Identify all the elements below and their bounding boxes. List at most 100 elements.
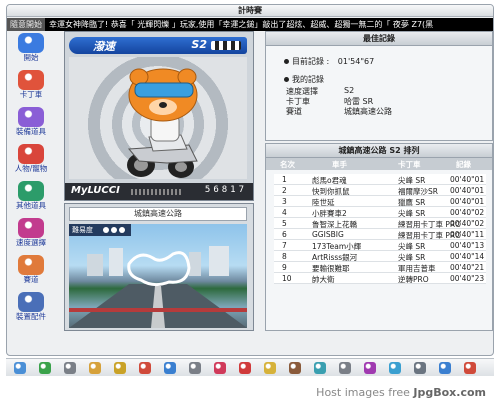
cell-time: 00'40"11 [450,230,485,239]
table-row[interactable]: 3 陸世延 獵鷹 SR 00'40"01 [274,196,486,207]
back-icon[interactable] [39,362,51,374]
cell-rank: 7 [282,241,287,250]
sidebar-item-label: 裝備道具 [16,127,46,136]
home-icon[interactable] [14,362,26,374]
column-header-driver: 車手 [332,160,347,169]
character-panel: 潑速 S2 MyLUCCI 56817 [64,31,254,201]
sidebar: 開始卡丁車裝備道具人物/寵物其他道具速度選擇賽道裝置配件 [9,33,53,333]
bottom-toolbar [6,358,494,376]
table-row[interactable]: 8 ArtRisss銀河 尖峰 SR 00'40"14 [274,251,486,262]
sidebar-item-4[interactable]: 其他道具 [9,181,53,214]
star-icon[interactable] [264,362,276,374]
trophy-icon[interactable] [114,362,126,374]
cell-time: 00'40"23 [450,274,485,283]
cell-rank: 1 [282,175,287,184]
book-icon[interactable] [289,362,301,374]
cell-driver: GGISBIG [312,230,344,239]
sidebar-item-label: 速度選擇 [16,238,46,247]
racer-on-motorcycle-icon [127,68,198,178]
table-row[interactable]: 7 173Team小輝 尖峰 SR 00'40"13 [274,240,486,251]
mail-icon[interactable] [139,362,151,374]
table-row[interactable]: 6 GGISBIG 練習用卡丁車 PRO 00'40"11 [274,229,486,240]
track-scene [69,246,247,328]
note-icon[interactable] [339,362,351,374]
best-record-label: 目前記錄 : [292,57,330,66]
character-name: 潑速 [93,40,115,53]
sidebar-item-3[interactable]: 人物/寵物 [9,144,53,177]
column-header-rank: 名次 [280,160,295,169]
heart-icon[interactable] [214,362,226,374]
cell-kart: 逆轉PRO [398,275,429,284]
photo-icon[interactable] [314,362,326,374]
cell-rank: 2 [282,186,287,195]
record-info-panel: 最佳記錄 目前記錄 : 01'54"67 我的記錄 速度選擇 S2 卡丁車 哈雷… [265,31,493,141]
game-window: 計時賽 隨意開始 幸運女神降臨了! 恭喜「 光輝閃爍 」玩家,使用「幸運之鎚」敲出… [6,4,494,356]
marquee-text: 幸運女神降臨了! 恭喜「 光輝閃爍 」玩家,使用「幸運之鎚」敲出了超炫、超威、超… [49,20,434,29]
track-icon [18,255,44,275]
alert-icon[interactable] [239,362,251,374]
collapse-arrow-icon[interactable]: ‹ [493,205,494,225]
table-row[interactable]: 10 帥大衛 逆轉PRO 00'40"23 [274,273,486,284]
accessory-icon [18,292,44,312]
clock-icon[interactable] [189,362,201,374]
window-title: 計時賽 [7,5,493,17]
cell-time: 00'40"13 [450,241,485,250]
track-name[interactable]: 城鎮高速公路 [69,207,247,221]
sidebar-item-1[interactable]: 卡丁車 [9,70,53,103]
table-row[interactable]: 4 小胖賽車2 尖峰 SR 00'40"02 [274,207,486,218]
sidebar-item-label: 賽道 [23,275,39,284]
sidebar-item-7[interactable]: 裝置配件 [9,292,53,325]
gift-icon[interactable] [89,362,101,374]
sidebar-item-label: 開始 [23,53,39,62]
character-banner: 潑速 S2 [69,37,247,54]
cell-rank: 3 [282,197,287,206]
kart-class: S2 [191,38,207,51]
record-heading: 最佳記錄 [266,32,492,46]
equipment-icon [18,107,44,127]
column-header-time: 記錄 [456,160,471,169]
music-icon[interactable] [364,362,376,374]
cell-time: 00'40"14 [450,252,485,261]
player-score: 56817 [204,185,247,195]
cart-icon[interactable] [64,362,76,374]
sidebar-item-label: 人物/寵物 [14,164,48,173]
exit-icon[interactable] [464,362,476,374]
chat-icon[interactable] [389,362,401,374]
table-row[interactable]: 9 要輸很難耶 軍用吉普車 00'40"21 [274,262,486,273]
table-row[interactable]: 2 快到你抓鼠 福爾摩沙SR 00'40"01 [274,185,486,196]
track-preview: 難易度 [69,224,247,328]
cell-rank: 5 [282,219,287,228]
sidebar-item-6[interactable]: 賽道 [9,255,53,288]
player-name: MyLUCCI [71,185,120,196]
cell-time: 00'40"02 [450,219,485,228]
track-map-line [127,251,191,287]
track-panel: 城鎮高速公路 難易度 [64,203,254,331]
info-value: 城鎮高速公路 [344,107,392,116]
table-row[interactable]: 1 彪馬o君魂 尖峰 SR 00'40"01 [274,174,486,185]
cell-time: 00'40"21 [450,263,485,272]
sidebar-item-2[interactable]: 裝備道具 [9,107,53,140]
sidebar-item-label: 卡丁車 [19,90,43,99]
player-name-bar: MyLUCCI 56817 [65,183,253,200]
info-key: 賽道 [286,107,302,116]
marquee-tag: 隨意開始 [7,18,45,31]
character-preview [69,57,247,179]
my-record-label: 我的記錄 [292,75,324,84]
bullet-icon [284,77,289,82]
sidebar-item-5[interactable]: 速度選擇 [9,218,53,251]
help-icon[interactable] [439,362,451,374]
name-bar-decoration [131,189,181,195]
items-icon [18,181,44,201]
sidebar-item-0[interactable]: 開始 [9,33,53,66]
ranking-heading: 城鎮高速公路 S2 排列 [266,144,492,158]
cell-time: 00'40"01 [450,175,485,184]
announcement-marquee: 隨意開始 幸運女神降臨了! 恭喜「 光輝閃爍 」玩家,使用「幸運之鎚」敲出了超炫、… [7,18,493,31]
cell-rank: 6 [282,230,287,239]
user-icon[interactable] [164,362,176,374]
cell-time: 00'40"01 [450,186,485,195]
settings-icon[interactable] [414,362,426,374]
start-icon [18,33,44,53]
bullet-icon [284,59,289,64]
table-row[interactable]: 5 鲁智深上花轎 練習用卡丁車 PRO 00'40"02 [274,218,486,229]
cell-driver: 帥大衛 [312,275,335,284]
